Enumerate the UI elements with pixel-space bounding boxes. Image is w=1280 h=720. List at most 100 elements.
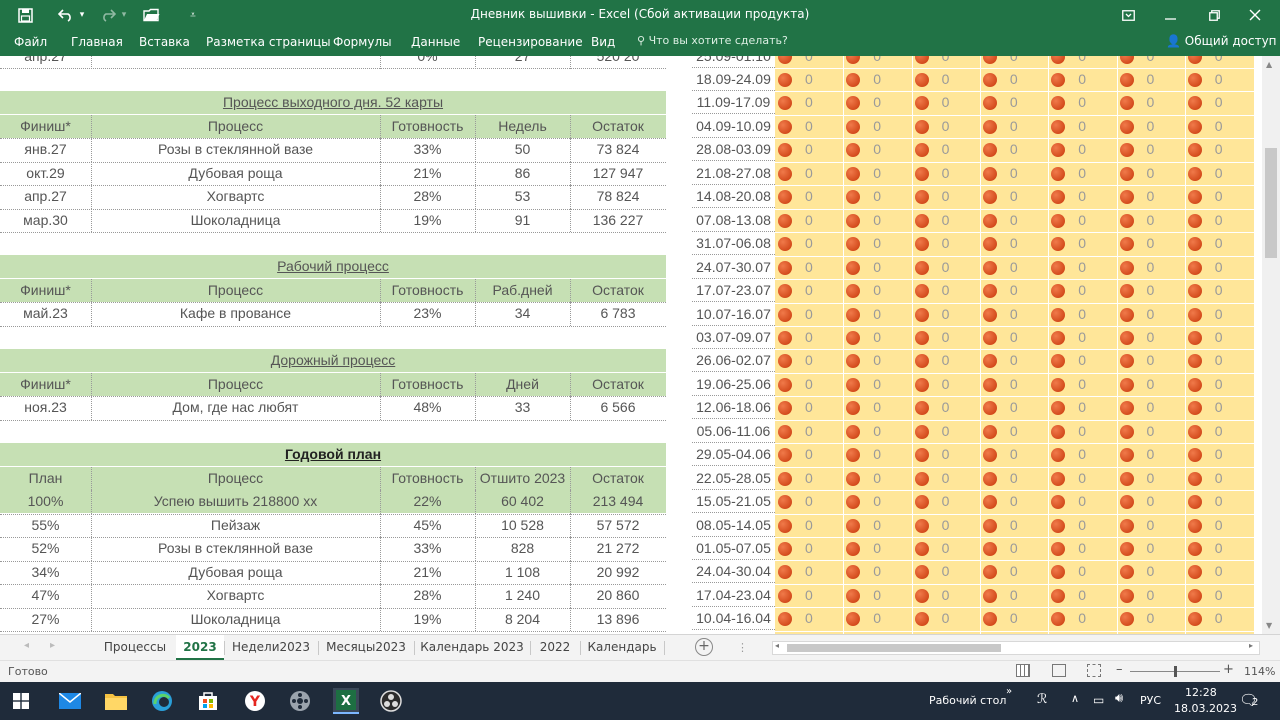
week-value[interactable]: 0 [1078, 396, 1086, 419]
week-value[interactable]: 0 [873, 467, 881, 490]
week-range[interactable]: 26.06-02.07 [692, 349, 775, 373]
table-row-cell[interactable]: 19% [380, 608, 475, 631]
table-row-cell[interactable]: ноя.23 [0, 396, 91, 419]
week-value[interactable]: 0 [1010, 56, 1018, 68]
week-value[interactable]: 0 [1010, 537, 1018, 560]
table-row-cell[interactable]: Пейзаж [91, 514, 380, 537]
week-range[interactable]: 31.07-06.08 [692, 232, 775, 256]
week-value[interactable]: 0 [1010, 232, 1018, 255]
volume-icon[interactable]: 🔊︎ [1115, 691, 1123, 706]
table-row-cell[interactable]: 20 860 [570, 584, 666, 607]
week-value[interactable]: 0 [942, 443, 950, 466]
yandex-browser-icon[interactable]: Y [242, 688, 268, 714]
week-value[interactable]: 0 [1215, 326, 1223, 349]
table-row-cell[interactable]: 28% [380, 584, 475, 607]
week-value[interactable]: 0 [805, 607, 813, 630]
week-value[interactable]: 0 [1147, 279, 1155, 302]
week-value[interactable]: 0 [1010, 443, 1018, 466]
week-value[interactable]: 0 [1215, 514, 1223, 537]
week-value[interactable]: 0 [1215, 91, 1223, 114]
week-value[interactable]: 0 [942, 256, 950, 279]
week-value[interactable]: 0 [1215, 68, 1223, 91]
desktop-toolbar-label[interactable]: Рабочий стол [929, 694, 1006, 707]
table-row-cell[interactable]: 127 947 [570, 162, 666, 185]
week-value[interactable]: 0 [805, 373, 813, 396]
worksheet-grid[interactable]: апр.27 0% 27 520 20 Процесс выходного дня. 5… [0, 56, 1280, 634]
week-value[interactable]: 0 [942, 373, 950, 396]
week-value[interactable]: 0 [805, 396, 813, 419]
week-value[interactable]: 0 [1215, 185, 1223, 208]
week-value[interactable]: 0 [1010, 91, 1018, 114]
partial-row-cell[interactable]: 0% [380, 56, 475, 68]
week-value[interactable]: 0 [942, 514, 950, 537]
column-header-cell[interactable]: Процесс [91, 278, 380, 302]
page-break-view-icon[interactable] [1087, 664, 1101, 677]
week-range[interactable]: 10.07-16.07 [692, 302, 775, 326]
week-value[interactable]: 0 [1215, 303, 1223, 326]
vertical-scroll-thumb[interactable] [1265, 148, 1277, 258]
week-value[interactable]: 0 [1215, 443, 1223, 466]
week-range[interactable]: 21.08-27.08 [692, 161, 775, 185]
week-value[interactable]: 0 [1078, 209, 1086, 232]
minimize-icon[interactable] [1155, 4, 1185, 26]
store-icon[interactable] [195, 688, 221, 714]
week-value[interactable]: 0 [1215, 467, 1223, 490]
week-range[interactable]: 14.08-20.08 [692, 185, 775, 209]
week-value[interactable]: 0 [1215, 279, 1223, 302]
week-value[interactable]: 0 [873, 115, 881, 138]
week-value[interactable]: 0 [942, 162, 950, 185]
week-value[interactable]: 0 [873, 256, 881, 279]
week-value[interactable]: 0 [1078, 256, 1086, 279]
week-range[interactable]: 25.09-01.10 [692, 56, 775, 68]
excel-taskbar-icon[interactable]: X [333, 688, 359, 714]
column-header-cell[interactable]: Финиш* [0, 114, 91, 138]
week-range[interactable]: 24.04-30.04 [692, 560, 775, 584]
week-value[interactable]: 0 [1215, 232, 1223, 255]
week-range[interactable]: 29.05-04.06 [692, 443, 775, 467]
week-value[interactable]: 0 [1010, 303, 1018, 326]
restore-icon[interactable] [1199, 4, 1229, 26]
table-row-cell[interactable]: 50 [475, 138, 570, 161]
table-row-cell[interactable]: 828 [475, 537, 570, 560]
column-header-cell[interactable]: Готовность [380, 372, 475, 396]
week-value[interactable]: 0 [1078, 467, 1086, 490]
week-value[interactable]: 0 [873, 490, 881, 513]
week-value[interactable]: 0 [873, 443, 881, 466]
table-row-cell[interactable]: апр.27 [0, 185, 91, 208]
week-value[interactable]: 0 [1078, 537, 1086, 560]
week-value[interactable]: 0 [805, 560, 813, 583]
week-value[interactable]: 0 [1010, 490, 1018, 513]
week-value[interactable]: 0 [873, 420, 881, 443]
vertical-scrollbar[interactable]: ▲ ▼ [1262, 56, 1280, 634]
week-value[interactable]: 0 [942, 490, 950, 513]
week-value[interactable]: 0 [1147, 115, 1155, 138]
tell-me-search[interactable]: ⚲ Что вы хотите сделать? [637, 34, 788, 47]
column-header-cell[interactable]: Остаток [570, 466, 666, 490]
week-value[interactable]: 0 [1147, 232, 1155, 255]
week-value[interactable]: 0 [873, 349, 881, 372]
scroll-down-icon[interactable]: ▼ [1266, 621, 1272, 630]
week-range[interactable]: 22.05-28.05 [692, 466, 775, 490]
zoom-slider-thumb[interactable] [1174, 666, 1177, 677]
week-value[interactable]: 0 [1215, 584, 1223, 607]
column-header-cell[interactable]: Готовность [380, 278, 475, 302]
table-row-cell[interactable]: 78 824 [570, 185, 666, 208]
week-value[interactable]: 0 [942, 537, 950, 560]
hscroll-right-icon[interactable]: ▸ [1249, 641, 1253, 650]
week-value[interactable]: 0 [873, 396, 881, 419]
battery-icon[interactable]: ▭ [1093, 693, 1104, 707]
week-value[interactable]: 0 [1010, 279, 1018, 302]
table-row-cell[interactable]: 6 566 [570, 396, 666, 419]
week-value[interactable]: 0 [1215, 138, 1223, 161]
week-value[interactable]: 0 [1078, 138, 1086, 161]
table-row-cell[interactable]: Кафе в провансе [91, 302, 380, 325]
week-value[interactable]: 0 [942, 279, 950, 302]
table-row-cell[interactable]: мар.30 [0, 209, 91, 232]
week-value[interactable]: 0 [873, 303, 881, 326]
week-value[interactable]: 0 [1215, 115, 1223, 138]
week-value[interactable]: 0 [1147, 326, 1155, 349]
table-row-cell[interactable]: Шоколадница [91, 608, 380, 631]
week-value[interactable]: 0 [1215, 396, 1223, 419]
windows-start-icon[interactable] [8, 688, 34, 714]
table-row-cell[interactable]: 21% [380, 162, 475, 185]
